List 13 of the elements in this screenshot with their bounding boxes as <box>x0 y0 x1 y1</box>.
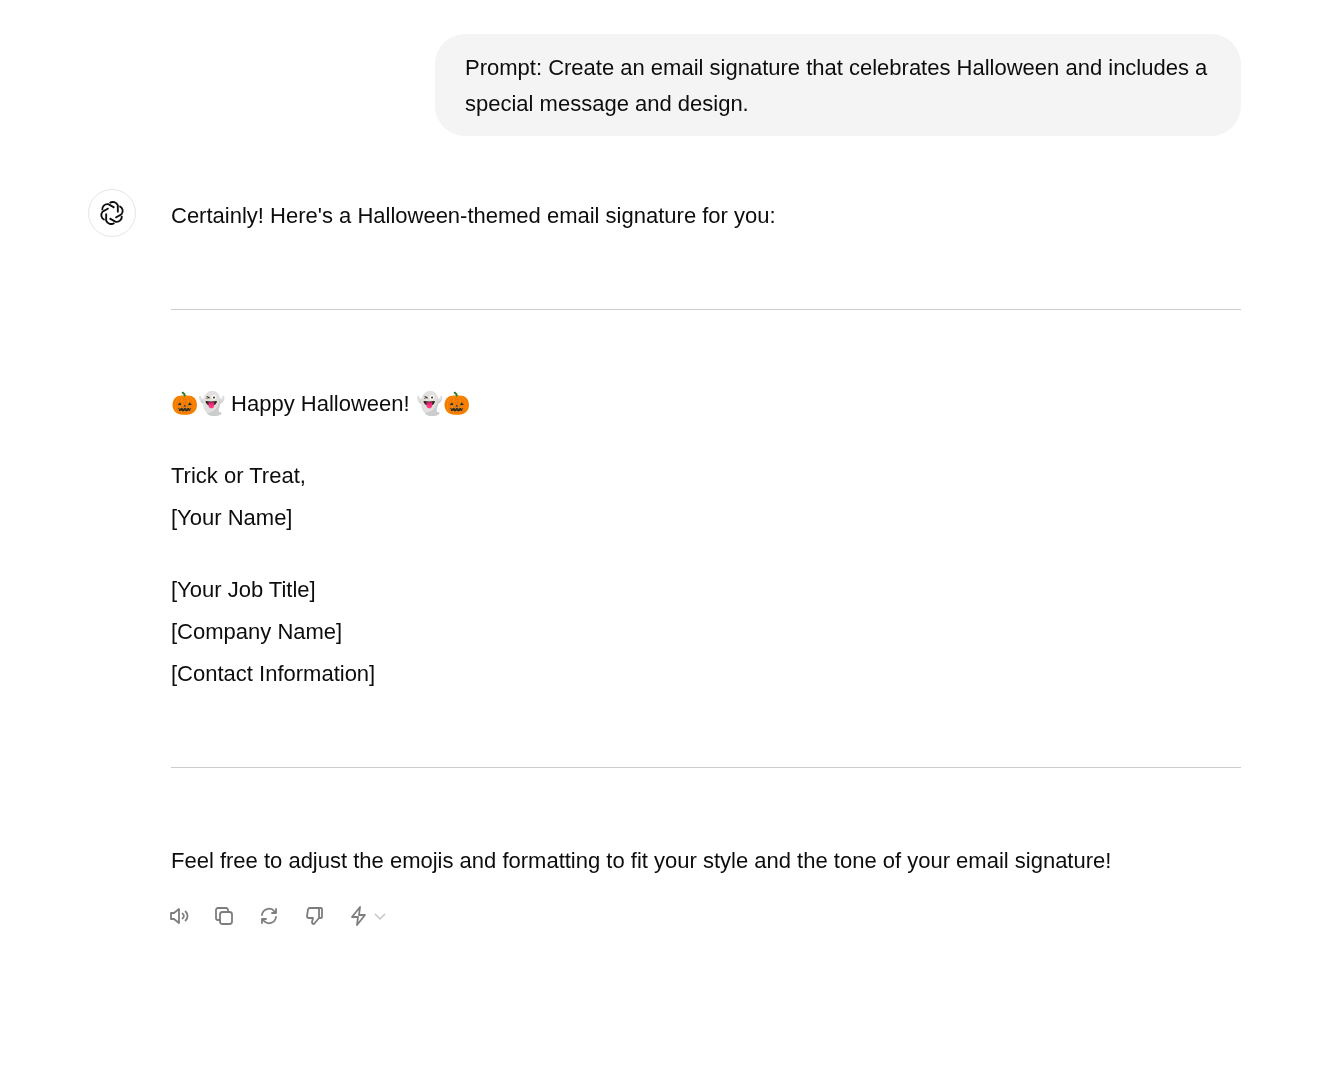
signature-line: [Contact Information] <box>171 660 377 688</box>
signature-heading: 🎃👻 Happy Halloween! 👻🎃 <box>171 390 471 418</box>
signature-line: Trick or Treat, <box>171 462 307 490</box>
signature-line: [Your Name] <box>171 504 294 532</box>
user-message-bubble: Prompt: Create an email signature that celebrates Halloween and includes a special message and design. <box>435 34 1241 136</box>
chevron-down-icon <box>373 911 387 921</box>
knot-logo-icon <box>98 199 126 227</box>
outro-text: Feel free to adjust the emojis and formatting to fit your style and the tone of your email signature! <box>171 847 1113 875</box>
signature-line: [Your Job Title] <box>171 576 317 604</box>
signature-line: [Company Name] <box>171 618 344 646</box>
intro-text: Certainly! Here's a Halloween-themed email signature for you: <box>171 202 777 230</box>
copy-button[interactable] <box>212 904 236 928</box>
copy-icon <box>212 904 236 928</box>
